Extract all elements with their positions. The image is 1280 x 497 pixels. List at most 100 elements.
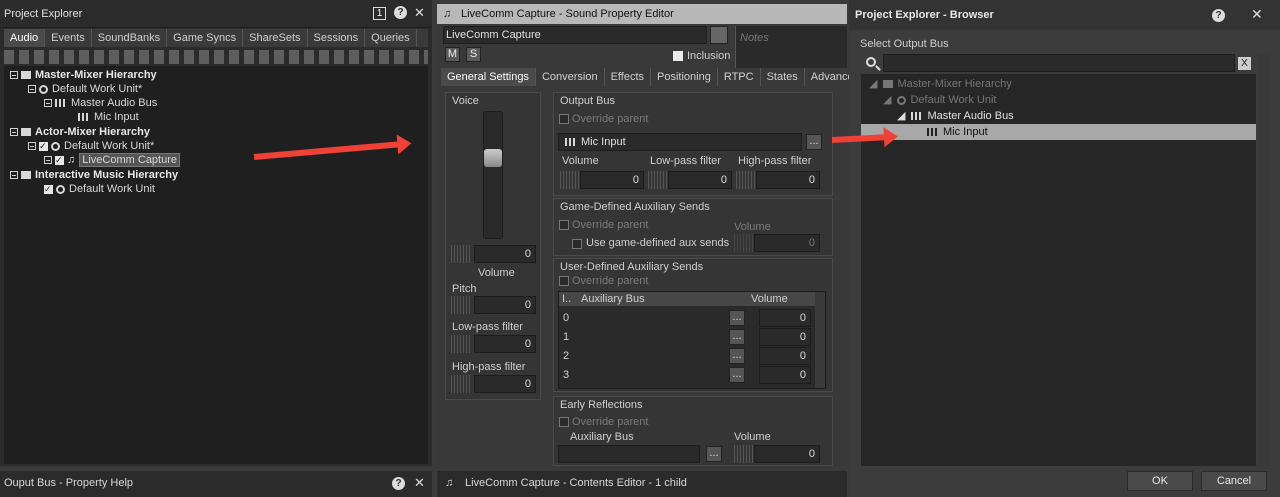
browser-tree-master-audio-bus[interactable]: ◢ Master Audio Bus [897, 109, 1014, 123]
collapse-icon[interactable] [10, 71, 18, 80]
name-field[interactable]: LiveComm Capture [443, 26, 707, 44]
checkbox-icon[interactable] [44, 182, 53, 196]
game-aux-override-checkbox[interactable] [559, 220, 569, 230]
ob-hpf-slider[interactable] [736, 171, 756, 189]
ob-lpf-value[interactable]: 0 [668, 171, 732, 189]
table-row[interactable]: 1 [563, 331, 569, 343]
tab-audio[interactable]: Audio [4, 29, 46, 47]
close-icon[interactable]: ✕ [414, 471, 425, 495]
notes-field[interactable]: Notes [735, 26, 847, 68]
help-icon[interactable]: ? [394, 6, 407, 19]
aux-row-browse-button[interactable]: ... [729, 329, 745, 345]
tab-states[interactable]: States [761, 68, 805, 86]
checkbox-icon[interactable] [55, 153, 64, 167]
table-row[interactable]: 3 [563, 369, 569, 381]
early-aux-field[interactable] [558, 445, 700, 463]
close-icon[interactable]: ✕ [1251, 6, 1263, 23]
badge-icon[interactable]: 1 [373, 7, 386, 20]
tab-sharesets[interactable]: ShareSets [243, 29, 308, 47]
aux-table-scrollbar[interactable] [815, 292, 825, 388]
aux-row-browse-button[interactable]: ... [729, 310, 745, 326]
ob-volume-slider[interactable] [560, 171, 580, 189]
browser-tree-selected-row[interactable] [861, 124, 1256, 140]
use-game-aux-checkbox[interactable] [572, 239, 582, 249]
browser-tree-master-mixer[interactable]: ◢ Master-Mixer Hierarchy [869, 77, 1012, 91]
expand-icon[interactable]: ◢ [883, 94, 891, 106]
checkbox-icon[interactable] [39, 139, 48, 153]
close-icon[interactable]: ✕ [414, 5, 425, 21]
collapse-icon[interactable] [28, 142, 36, 151]
tab-positioning[interactable]: Positioning [651, 68, 718, 86]
tree-item-interactive-music[interactable]: Interactive Music Hierarchy [10, 168, 178, 182]
aux-row-browse-button[interactable]: ... [729, 367, 745, 383]
tab-sessions[interactable]: Sessions [308, 29, 366, 47]
tab-queries[interactable]: Queries [365, 29, 417, 47]
tree-item-mic-input[interactable]: Mic Input [78, 110, 139, 124]
expand-icon[interactable]: ◢ [897, 110, 905, 122]
aux-row-browse-button[interactable]: ... [729, 348, 745, 364]
tab-soundbanks[interactable]: SoundBanks [92, 29, 168, 47]
inclusion-checkbox[interactable] [673, 51, 683, 61]
collapse-icon[interactable] [44, 156, 52, 165]
pitch-slider[interactable] [451, 296, 471, 314]
aux-row-volume[interactable]: 0 [759, 366, 811, 384]
tree-item-default-work-unit-3[interactable]: Default Work Unit [44, 182, 155, 196]
volume-slider[interactable] [451, 245, 471, 263]
volume-fader-handle[interactable] [484, 149, 502, 167]
aux-row-volume[interactable]: 0 [759, 347, 811, 365]
lpf-value[interactable]: 0 [474, 335, 536, 353]
collapse-icon[interactable] [28, 85, 36, 94]
tab-effects[interactable]: Effects [605, 68, 652, 86]
hpf-value[interactable]: 0 [474, 375, 536, 393]
aux-row-volume[interactable]: 0 [759, 309, 811, 327]
table-row[interactable]: 0 [563, 312, 569, 324]
volume-fader-track[interactable] [483, 111, 503, 239]
hpf-slider[interactable] [451, 375, 471, 393]
ok-button[interactable]: OK [1127, 471, 1193, 491]
ob-hpf-value[interactable]: 0 [756, 171, 820, 189]
tab-conversion[interactable]: Conversion [536, 68, 605, 86]
collapse-icon[interactable] [10, 128, 18, 137]
collapse-icon[interactable] [44, 99, 52, 108]
search-input[interactable] [883, 54, 1235, 72]
help-icon[interactable]: ? [1212, 9, 1225, 22]
ob-volume-value[interactable]: 0 [580, 171, 644, 189]
tab-events[interactable]: Events [45, 29, 92, 47]
collapse-icon[interactable] [10, 171, 18, 180]
expand-icon[interactable]: ◢ [869, 78, 877, 90]
early-volume-slider[interactable] [734, 445, 754, 463]
tree-item-default-work-unit-2[interactable]: Default Work Unit* [28, 139, 154, 153]
early-aux-browse-button[interactable]: ... [706, 446, 722, 462]
tree-item-actor-mixer[interactable]: Actor-Mixer Hierarchy [10, 125, 150, 139]
help-icon[interactable]: ? [392, 477, 405, 490]
clear-search-button[interactable]: X [1238, 57, 1251, 70]
cancel-button[interactable]: Cancel [1201, 471, 1267, 491]
ob-lpf-slider[interactable] [648, 171, 668, 189]
tree-item-default-work-unit[interactable]: Default Work Unit* [28, 82, 142, 96]
tree-item-livecomm-capture[interactable]: ♫LiveComm Capture [44, 153, 181, 167]
tab-game-syncs[interactable]: Game Syncs [167, 29, 244, 47]
tree-item-master-mixer[interactable]: Master-Mixer Hierarchy [10, 68, 157, 82]
table-row[interactable]: 2 [563, 350, 569, 362]
pitch-value[interactable]: 0 [474, 296, 536, 314]
user-aux-override-checkbox[interactable] [559, 276, 569, 286]
game-aux-volume-value[interactable]: 0 [754, 234, 820, 252]
browser-tree-default-work-unit[interactable]: ◢ Default Work Unit [883, 93, 996, 107]
tab-rtpc[interactable]: RTPC [718, 68, 761, 86]
browser-scrollbar[interactable] [1257, 54, 1269, 466]
game-aux-volume-slider[interactable] [734, 234, 754, 252]
output-bus-browse-button[interactable]: ... [806, 134, 822, 150]
override-checkbox[interactable] [559, 114, 569, 124]
mute-button[interactable]: M [445, 47, 460, 62]
early-override-checkbox[interactable] [559, 417, 569, 427]
aux-row-volume[interactable]: 0 [759, 328, 811, 346]
solo-button[interactable]: S [466, 47, 481, 62]
tab-general-settings[interactable]: General Settings [441, 68, 536, 86]
volume-value[interactable]: 0 [474, 245, 536, 263]
output-bus-field[interactable]: Mic Input [558, 133, 802, 151]
copy-icon[interactable] [710, 26, 728, 44]
lpf-slider[interactable] [451, 335, 471, 353]
early-volume-value[interactable]: 0 [754, 445, 820, 463]
tree-item-master-audio-bus[interactable]: Master Audio Bus [44, 96, 157, 110]
browser-tree-mic-input[interactable]: Mic Input [927, 125, 988, 139]
